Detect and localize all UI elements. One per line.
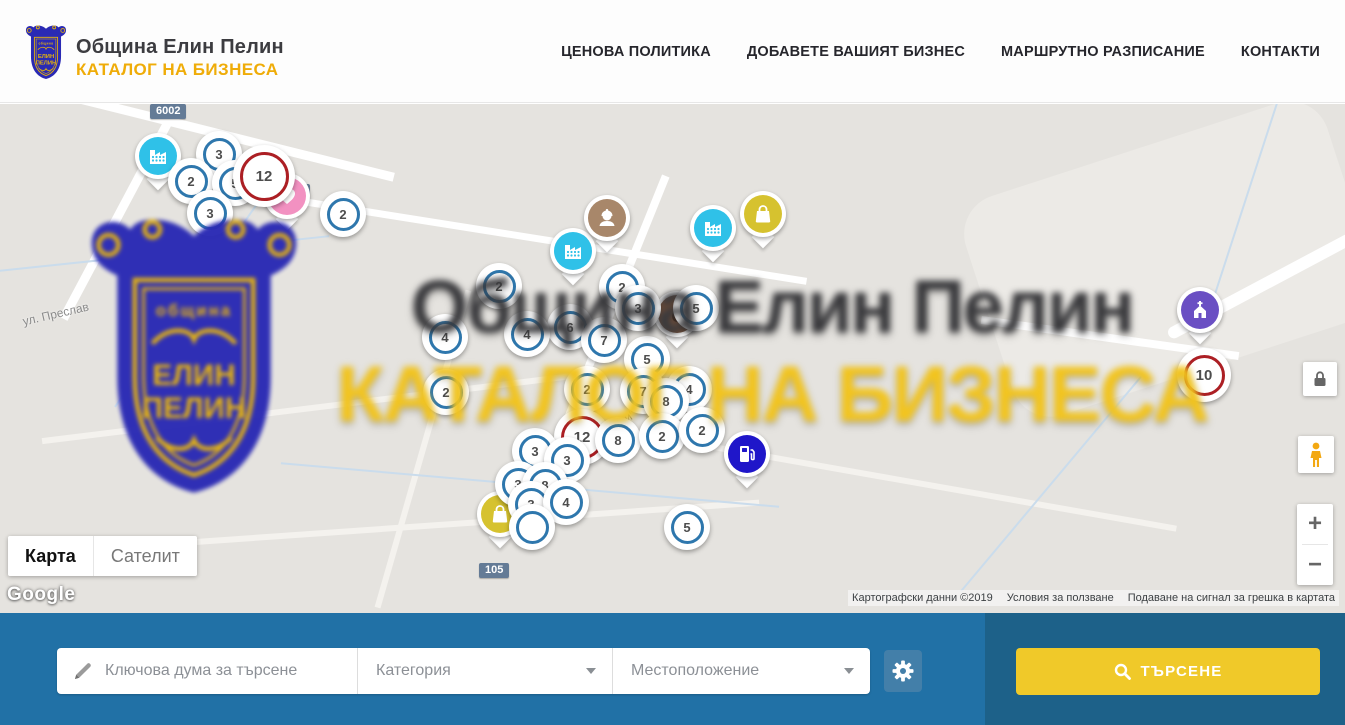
cluster-marker[interactable]: [509, 504, 555, 550]
watermark-shield-word: община: [156, 302, 232, 320]
site-subtitle: КАТАЛОГ НА БИЗНЕСА: [76, 60, 284, 80]
map-road: [703, 442, 1177, 531]
category-select-value: Категория: [376, 662, 451, 680]
watermark-shield-logo: община ЕЛИН ПЕЛИН: [75, 212, 313, 508]
nav-route-schedule[interactable]: МАРШРУТНО РАЗПИСАНИЕ: [1001, 44, 1205, 60]
watermark-title: Община Елин Пелин: [332, 264, 1212, 349]
nav-pricing[interactable]: ЦЕНОВА ПОЛИТИКА: [561, 44, 711, 60]
keyword-input[interactable]: [57, 648, 357, 694]
map-attribution: Картографски данни ©2019 Условия за полз…: [848, 590, 1339, 606]
cluster-count: [516, 511, 549, 544]
keyword-segment: [57, 648, 357, 694]
search-button-label: ТЪРСЕНЕ: [1141, 663, 1223, 680]
watermark-shield-name1: ЕЛИН: [152, 359, 235, 392]
fuel-marker[interactable]: [724, 431, 770, 491]
main-nav: ЦЕНОВА ПОЛИТИКА ДОБАВЕТЕ ВАШИЯТ БИЗНЕС М…: [561, 0, 1320, 103]
lock-button[interactable]: [1303, 362, 1337, 396]
cluster-count: 12: [240, 152, 289, 201]
svg-text:ЕЛИН: ЕЛИН: [38, 54, 54, 60]
road-sign: 105: [479, 563, 509, 578]
search-bar: Категория Местоположение: [0, 613, 1345, 725]
search-icon: [1114, 663, 1131, 680]
municipality-logo[interactable]: община ЕЛИН ПЕЛИН: [24, 24, 68, 82]
map-type-map-button[interactable]: Карта: [8, 536, 93, 576]
worker-icon: [588, 199, 626, 237]
category-segment: Категория: [357, 648, 612, 694]
site-title-block[interactable]: Община Елин Пелин КАТАЛОГ НА БИЗНЕСА: [76, 36, 284, 80]
cluster-marker[interactable]: 2: [320, 191, 366, 237]
lock-icon: [1313, 371, 1327, 387]
shield-logo-icon: община ЕЛИН ПЕЛИН: [24, 24, 68, 82]
search-button[interactable]: ТЪРСЕНЕ: [1016, 648, 1320, 695]
map-type-control: Карта Сателит: [8, 536, 197, 576]
bag-marker[interactable]: [740, 191, 786, 251]
category-select[interactable]: Категория: [358, 648, 612, 694]
advanced-search-button[interactable]: [884, 650, 922, 692]
cluster-count: 2: [327, 198, 360, 231]
worker-marker[interactable]: [584, 195, 630, 255]
watermark-shield-name2: ПЕЛИН: [142, 392, 246, 425]
header: община ЕЛИН ПЕЛИН Община Елин Пелин КАТА…: [0, 0, 1345, 103]
map-type-satellite-button[interactable]: Сателит: [93, 536, 197, 576]
cluster-count: 4: [550, 486, 583, 519]
site-title: Община Елин Пелин: [76, 36, 284, 59]
pencil-icon: [72, 660, 94, 682]
zoom-out-button[interactable]: −: [1297, 545, 1333, 585]
road-sign: 6002: [150, 104, 186, 119]
google-logo[interactable]: Google: [7, 584, 75, 606]
svg-text:община: община: [39, 41, 54, 45]
location-segment: Местоположение: [612, 648, 870, 694]
page: община ЕЛИН ПЕЛИН Община Елин Пелин КАТА…: [0, 0, 1345, 725]
watermark-subtitle: КАТАЛОГ НА БИЗНЕСА: [332, 348, 1212, 440]
fuel-icon: [728, 435, 766, 473]
cluster-marker[interactable]: 5: [664, 504, 710, 550]
attribution-copyright: Картографски данни ©2019: [852, 592, 993, 604]
cluster-count: 5: [671, 511, 704, 544]
nav-add-business[interactable]: ДОБАВЕТЕ ВАШИЯТ БИЗНЕС: [747, 44, 965, 60]
cluster-marker[interactable]: 12: [233, 145, 295, 207]
pegman-icon: [1308, 442, 1324, 468]
factory-icon: [694, 209, 732, 247]
location-select[interactable]: Местоположение: [613, 648, 870, 694]
search-input-group: Категория Местоположение: [57, 648, 870, 694]
zoom-control: + −: [1297, 504, 1333, 585]
bag-icon: [744, 195, 782, 233]
gear-icon: [892, 660, 914, 682]
svg-text:ПЕЛИН: ПЕЛИН: [36, 60, 56, 66]
google-map[interactable]: ул. Преславбул. „Новоселци" 6002105 3251…: [0, 104, 1345, 613]
chevron-down-icon: [844, 668, 854, 674]
location-select-value: Местоположение: [631, 662, 759, 680]
factory-marker[interactable]: [690, 205, 736, 265]
nav-contacts[interactable]: КОНТАКТИ: [1241, 44, 1320, 60]
pegman-button[interactable]: [1298, 436, 1334, 473]
attribution-terms-link[interactable]: Условия за ползване: [1007, 592, 1114, 604]
attribution-report-link[interactable]: Подаване на сигнал за грешка в картата: [1128, 592, 1335, 604]
chevron-down-icon: [586, 668, 596, 674]
zoom-in-button[interactable]: +: [1297, 504, 1333, 544]
